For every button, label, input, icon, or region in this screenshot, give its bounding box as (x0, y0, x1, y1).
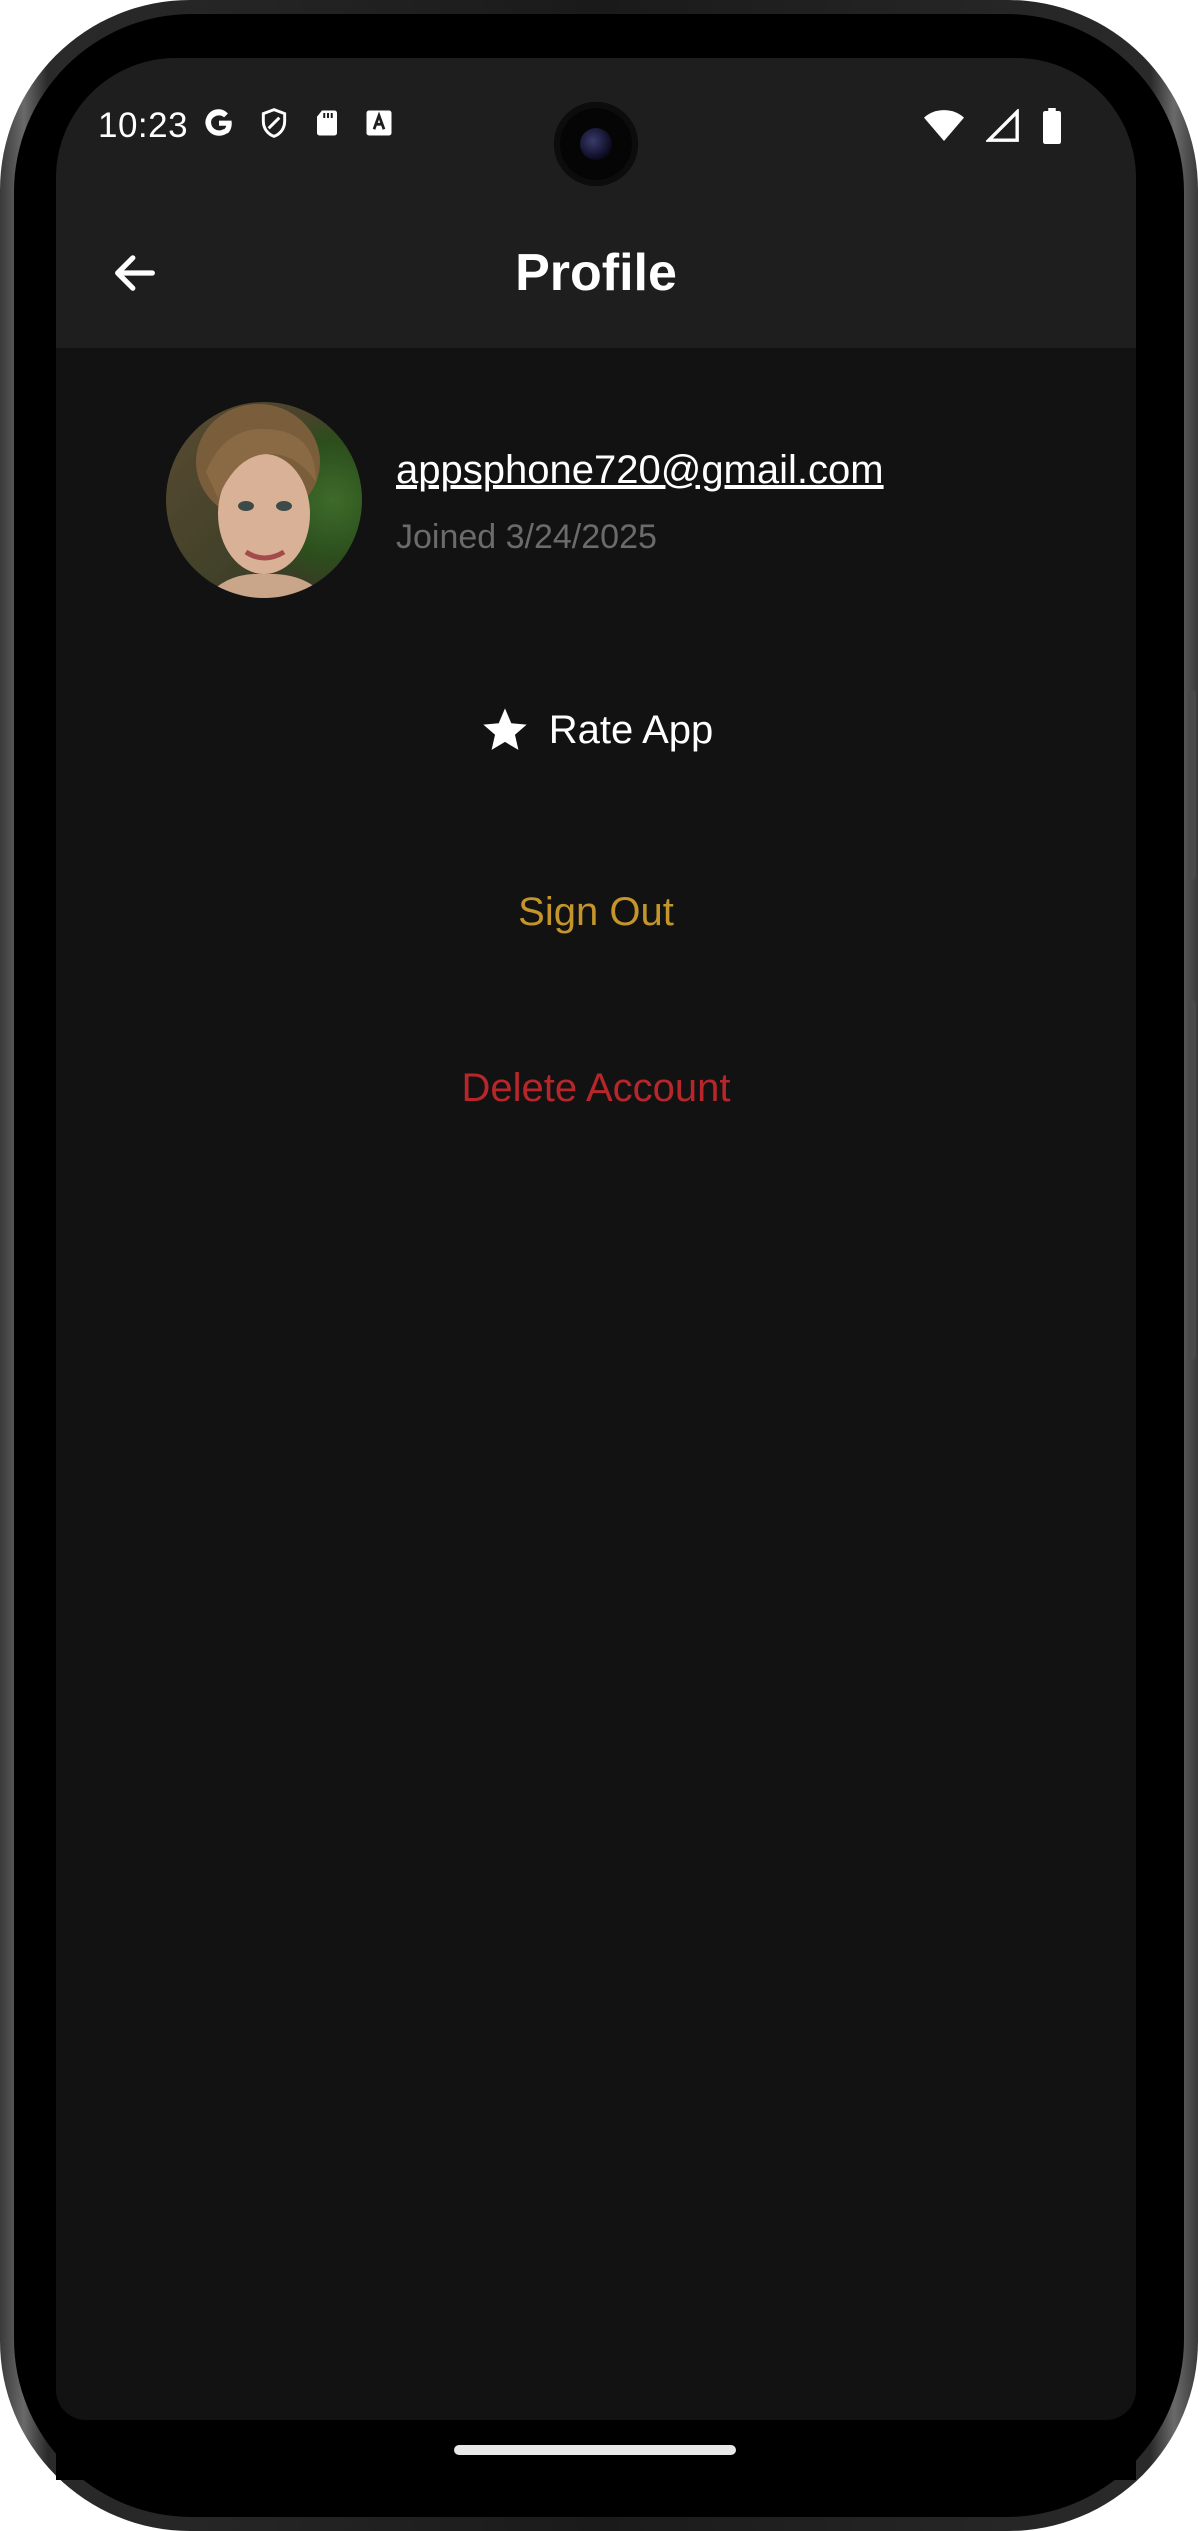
google-icon (205, 109, 232, 136)
avatar (166, 402, 362, 598)
power-button (1188, 690, 1196, 880)
user-email[interactable]: appsphone720@gmail.com (396, 448, 884, 493)
joined-date: Joined 3/24/2025 (396, 518, 657, 556)
page-title: Profile (515, 244, 677, 302)
battery-icon (1043, 108, 1061, 144)
app-bar: Profile (56, 198, 1136, 348)
delete-account-button[interactable]: Delete Account (56, 1066, 1136, 1111)
status-time: 10:23 (98, 106, 189, 145)
status-icons-left (202, 106, 394, 140)
sign-out-button[interactable]: Sign Out (56, 890, 1136, 935)
rate-app-button[interactable]: Rate App (56, 704, 1136, 756)
phone-frame: 10:23 Profile appsphone720@gmail.com Joi… (0, 0, 1198, 2531)
star-icon (483, 708, 527, 750)
status-icons-right (924, 108, 1062, 144)
volume-button (1188, 1000, 1196, 1360)
rate-app-label: Rate App (548, 707, 714, 752)
sd-card-icon (317, 110, 337, 136)
front-camera (554, 102, 638, 186)
signal-icon (986, 109, 1019, 142)
wifi-icon (924, 110, 964, 141)
app-screen: 10:23 Profile appsphone720@gmail.com Joi… (56, 58, 1136, 2420)
shield-icon (261, 108, 287, 138)
font-download-icon (366, 110, 392, 136)
home-indicator[interactable] (454, 2445, 736, 2455)
profile-header: appsphone720@gmail.com Joined 3/24/2025 (166, 402, 1026, 602)
